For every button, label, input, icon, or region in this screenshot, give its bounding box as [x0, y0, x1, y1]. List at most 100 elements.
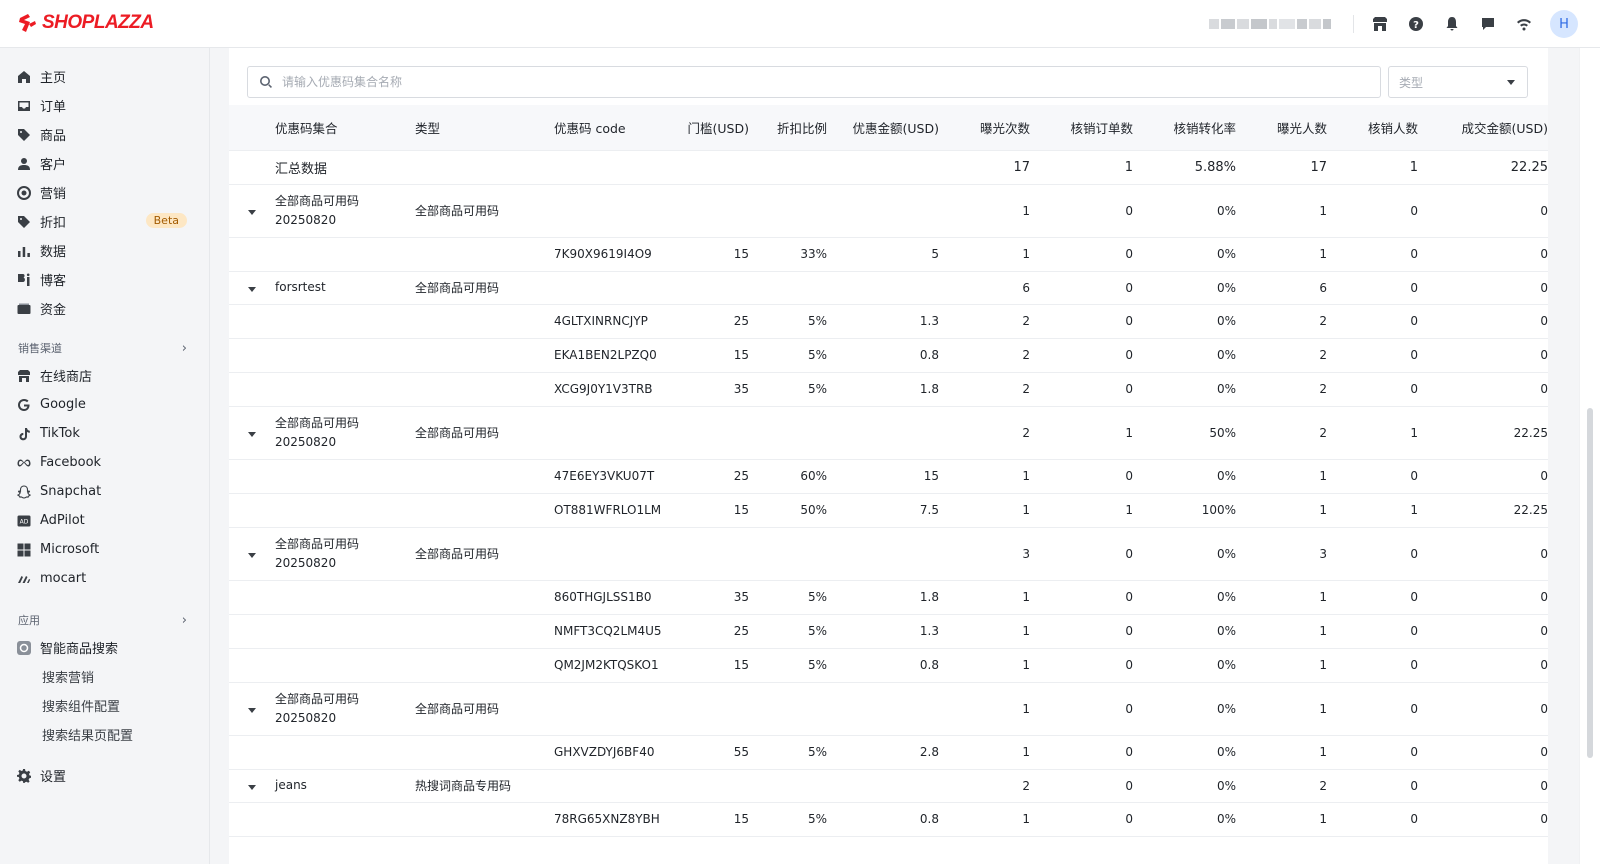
chevron-down-icon[interactable] [247, 286, 256, 292]
coupon-code-row: OT881WFRLO1LM 15 50% 7.5 1 1 100% 1 1 22.25 [229, 493, 1548, 528]
cell-redeemed-users: 0 [1327, 648, 1418, 683]
column-header-amount: 优惠金额(USD) [827, 105, 939, 151]
sidebar-item-discount-tag[interactable]: 折扣 Beta [0, 207, 209, 236]
meta-icon [17, 456, 31, 470]
coupon-group-row[interactable]: 全部商品可用码 20250820 全部商品可用码 3 0 0% 3 0 0 [229, 527, 1548, 581]
sidebar-item-channel-google[interactable]: Google [0, 390, 209, 419]
cell-redeemed-users: 0 [1327, 372, 1418, 407]
scrollbar-thumb[interactable] [1587, 408, 1593, 758]
cell-revenue: 0 [1418, 237, 1548, 272]
cell-type: 热搜词商品专用码 [414, 769, 553, 803]
sidebar-item-blog[interactable]: 博客 [0, 265, 209, 294]
cell-revenue: 0 [1418, 614, 1548, 649]
main-content: 类型 优惠码集合 类型 优惠码 code 门槛(USD) 折扣比例 优惠金额(U… [229, 48, 1548, 864]
cell-exposed-users: 1 [1236, 580, 1327, 615]
cell-amount: 7.5 [827, 493, 939, 528]
adpilot-icon: AD [17, 514, 31, 528]
cell-code: OT881WFRLO1LM [553, 493, 668, 528]
type-select-placeholder: 类型 [1399, 75, 1424, 90]
sidebar-item-target[interactable]: 营销 [0, 178, 209, 207]
cell-threshold [668, 271, 749, 305]
tiktok-icon [17, 427, 31, 441]
google-icon [17, 398, 31, 412]
sidebar-subitem[interactable]: 搜索营销 [0, 662, 209, 691]
apps-header[interactable]: 应用 › [0, 607, 209, 633]
inbox-icon [17, 99, 31, 113]
coupon-group-row[interactable]: forsrtest 全部商品可用码 6 0 0% 6 0 0 [229, 271, 1548, 305]
cell-type [414, 614, 553, 649]
channels-nav: 在线商店 Google TikTok Facebook Snapchat AD AdPilo… [0, 361, 209, 593]
cell-threshold: 25 [668, 304, 749, 339]
bell-icon[interactable] [1442, 14, 1462, 34]
shoplazza-logo[interactable]: SHOPLAZZA [16, 12, 154, 34]
sidebar-subitem[interactable]: 搜索组件配置 [0, 691, 209, 720]
cell-exposed-users: 1 [1236, 459, 1327, 494]
row-toggle-cell [229, 802, 274, 837]
cell-orders: 0 [1030, 527, 1133, 581]
search-input[interactable] [280, 74, 1380, 90]
brand-name: SHOPLAZZA [42, 12, 154, 33]
coupon-code-row: 7K90X9619I4O9 15 33% 5 1 0 0% 1 0 0 [229, 237, 1548, 272]
chevron-down-icon[interactable] [247, 784, 256, 790]
sidebar-item-label: Snapchat [40, 484, 102, 499]
wifi-icon[interactable] [1514, 14, 1534, 34]
sidebar-item-wallet[interactable]: 资金 [0, 294, 209, 323]
sidebar-item-channel-meta[interactable]: Facebook [0, 448, 209, 477]
row-toggle-cell [229, 184, 274, 238]
cell-exposure: 1 [939, 237, 1030, 272]
store-icon[interactable] [1370, 14, 1390, 34]
coupon-code-row: 47E6EY3VKU07T 25 60% 15 1 0 0% 1 0 0 [229, 459, 1548, 494]
chevron-down-icon[interactable] [247, 209, 256, 215]
cell-name [274, 614, 414, 649]
cell-orders: 0 [1030, 614, 1133, 649]
discount-tag-icon [17, 215, 31, 229]
cell-code [553, 271, 668, 305]
sidebar-item-settings[interactable]: 设置 [0, 761, 209, 790]
coupon-code-row: XCG9J0Y1V3TRB 35 5% 1.8 2 0 0% 2 0 0 [229, 372, 1548, 407]
cell-code: 47E6EY3VKU07T [553, 459, 668, 494]
sidebar-item-channel-mocart[interactable]: mocart [0, 564, 209, 593]
cell-redeemed-users: 0 [1327, 527, 1418, 581]
cell-redeemed-users: 0 [1327, 769, 1418, 803]
chevron-down-icon[interactable] [247, 431, 256, 437]
coupon-group-row[interactable]: jeans 热搜词商品专用码 2 0 0% 2 0 0 [229, 769, 1548, 803]
coupon-group-row[interactable]: 全部商品可用码 20250820 全部商品可用码 1 0 0% 1 0 0 [229, 184, 1548, 238]
avatar[interactable]: H [1550, 10, 1578, 38]
help-icon[interactable]: ? [1406, 14, 1426, 34]
cell-type [414, 648, 553, 683]
sidebar-item-smart-search[interactable]: 智能商品搜索 [0, 633, 209, 662]
coupon-code-row: 860THGJLSS1B0 35 5% 1.8 1 0 0% 1 0 0 [229, 580, 1548, 615]
scrollbar[interactable] [1579, 48, 1600, 864]
sidebar-item-home[interactable]: 主页 [0, 62, 209, 91]
search-box[interactable] [247, 66, 1381, 98]
sidebar-subitem[interactable]: 搜索结果页配置 [0, 720, 209, 749]
coupon-group-row[interactable]: 全部商品可用码 20250820 全部商品可用码 1 0 0% 1 0 0 [229, 682, 1548, 736]
row-toggle-cell [229, 338, 274, 373]
cell-threshold: 35 [668, 372, 749, 407]
chevron-down-icon[interactable] [247, 707, 256, 713]
summary-exposed-users: 17 [1236, 150, 1327, 185]
mocart-icon [17, 572, 31, 586]
coupon-group-row[interactable]: 全部商品可用码 20250820 全部商品可用码 2 1 50% 2 1 22.25 [229, 406, 1548, 460]
sidebar-item-channel-microsoft[interactable]: Microsoft [0, 535, 209, 564]
home-icon [17, 70, 31, 84]
sidebar-item-channel-tiktok[interactable]: TikTok [0, 419, 209, 448]
sidebar-item-channel-store[interactable]: 在线商店 [0, 361, 209, 390]
sidebar-item-channel-adpilot[interactable]: AD AdPilot [0, 506, 209, 535]
sidebar-item-user[interactable]: 客户 [0, 149, 209, 178]
filter-bar: 类型 [247, 66, 1528, 98]
cell-name [274, 735, 414, 770]
sidebar-item-chart[interactable]: 数据 [0, 236, 209, 265]
sidebar-item-inbox[interactable]: 订单 [0, 91, 209, 120]
sidebar-item-tag[interactable]: 商品 [0, 120, 209, 149]
sales-channels-header[interactable]: 销售渠道 › [0, 335, 209, 361]
cell-redeemed-users: 1 [1327, 406, 1418, 460]
message-icon[interactable] [1478, 14, 1498, 34]
cell-exposed-users: 1 [1236, 237, 1327, 272]
cell-exposure: 1 [939, 648, 1030, 683]
type-select[interactable]: 类型 [1388, 66, 1528, 98]
chevron-down-icon[interactable] [247, 552, 256, 558]
sidebar-item-channel-snapchat[interactable]: Snapchat [0, 477, 209, 506]
cell-type: 全部商品可用码 [414, 271, 553, 305]
summary-revenue: 22.25 [1418, 150, 1548, 185]
